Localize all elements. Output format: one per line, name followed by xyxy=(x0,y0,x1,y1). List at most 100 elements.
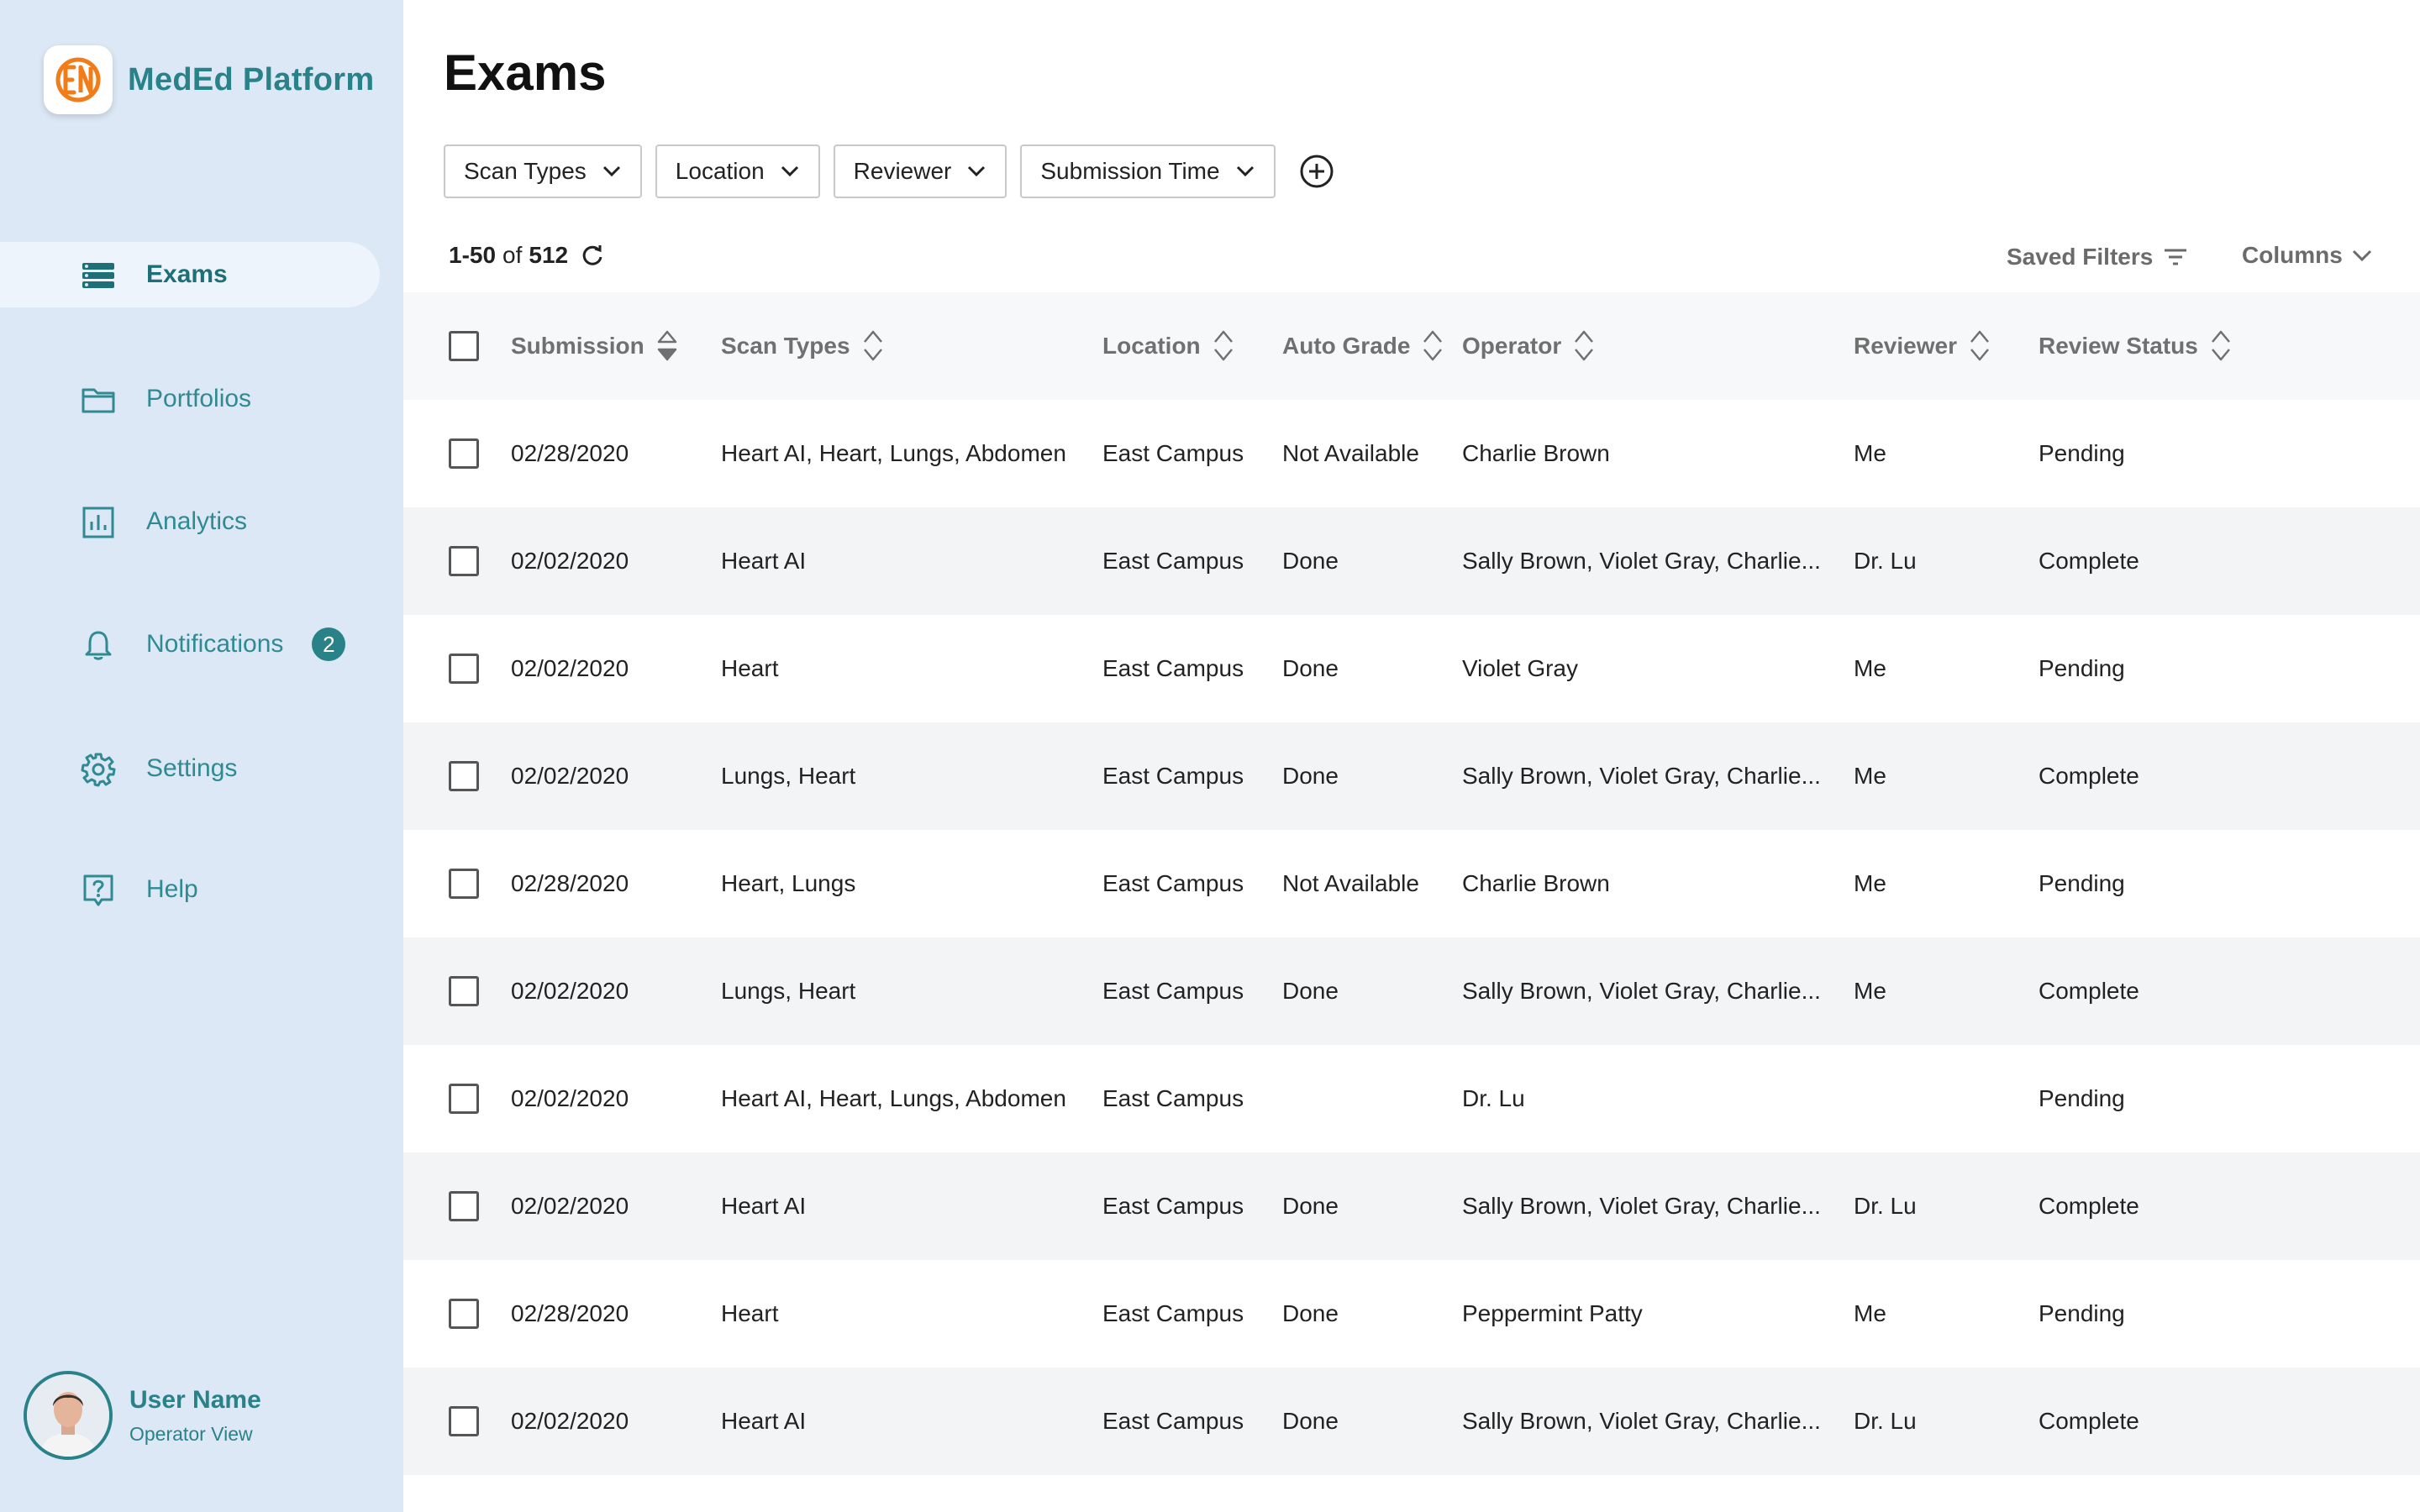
column-header-auto-grade[interactable]: Auto Grade xyxy=(1282,292,1444,400)
table-row[interactable]: 02/02/2020 Lungs, Heart East Campus Done Sal… xyxy=(403,722,2420,830)
cell-reviewer: Me xyxy=(1854,870,1886,896)
table-row[interactable]: 02/28/2020 Heart AI, Heart, Lungs, Abdome… xyxy=(403,400,2420,507)
cell-auto-grade: Done xyxy=(1282,978,1339,1004)
cell-reviewer: Me xyxy=(1854,655,1886,681)
cell-location: East Campus xyxy=(1102,655,1244,681)
cell-submission: 02/02/2020 xyxy=(511,1085,629,1111)
result-range: 1-50 xyxy=(449,242,497,268)
cell-auto-grade: Not Available xyxy=(1282,440,1419,466)
cell-location: East Campus xyxy=(1102,870,1244,896)
cell-scan-types: Heart AI xyxy=(721,1193,807,1219)
cell-auto-grade: Done xyxy=(1282,548,1339,574)
cell-review-status: Complete xyxy=(2039,548,2139,574)
table-row[interactable]: 02/02/2020 Heart AI, Heart, Lungs, Abdome… xyxy=(403,1045,2420,1152)
row-checkbox[interactable] xyxy=(449,976,479,1006)
column-header-operator[interactable]: Operator xyxy=(1462,292,1595,400)
filter-location[interactable]: Location xyxy=(655,144,820,198)
user-name: User Name xyxy=(129,1385,261,1414)
add-filter-icon[interactable] xyxy=(1299,154,1334,189)
table-row[interactable]: 02/02/2020 Heart AI East Campus Done Sally B… xyxy=(403,1368,2420,1475)
row-checkbox[interactable] xyxy=(449,761,479,791)
cell-review-status: Pending xyxy=(2039,655,2125,681)
row-checkbox[interactable] xyxy=(449,546,479,576)
cell-submission: 02/02/2020 xyxy=(511,655,629,681)
cell-submission: 02/02/2020 xyxy=(511,1408,629,1434)
sort-icon xyxy=(1970,330,1989,361)
saved-filters-label: Saved Filters xyxy=(2007,244,2154,270)
gear-icon xyxy=(81,753,116,787)
sort-icon xyxy=(2211,330,2230,361)
filter-submission-time[interactable]: Submission Time xyxy=(1020,144,1276,198)
nav-label: Portfolios xyxy=(146,385,252,412)
cell-scan-types: Heart xyxy=(721,1300,779,1326)
cell-review-status: Complete xyxy=(2039,763,2139,789)
brand[interactable]: MedEd Platform xyxy=(44,45,374,114)
column-label: Location xyxy=(1102,333,1201,359)
list-icon xyxy=(82,263,114,288)
refresh-icon[interactable] xyxy=(580,243,605,268)
column-header-reviewer[interactable]: Reviewer xyxy=(1854,292,1991,400)
table-row[interactable]: 02/02/2020 Heart AI East Campus Done Sally B… xyxy=(403,1152,2420,1260)
column-header-scan-types[interactable]: Scan Types xyxy=(721,292,884,400)
row-checkbox[interactable] xyxy=(449,869,479,899)
row-checkbox[interactable] xyxy=(449,1084,479,1114)
nav-item-help[interactable]: Help xyxy=(0,857,380,922)
cell-scan-types: Heart xyxy=(721,655,779,681)
cell-location: East Campus xyxy=(1102,1193,1244,1219)
cell-scan-types: Heart AI xyxy=(721,548,807,574)
cell-operator: Violet Gray xyxy=(1462,655,1578,681)
row-checkbox[interactable] xyxy=(449,1299,479,1329)
cell-location: East Campus xyxy=(1102,548,1244,574)
filter-icon xyxy=(2165,249,2187,265)
sort-icon xyxy=(1423,330,1443,361)
saved-filters-button[interactable]: Saved Filters xyxy=(2007,244,2188,270)
cell-reviewer: Me xyxy=(1854,1300,1886,1326)
cell-submission: 02/02/2020 xyxy=(511,763,629,789)
chart-icon xyxy=(82,507,114,538)
cell-reviewer: Me xyxy=(1854,978,1886,1004)
filter-scan-types[interactable]: Scan Types xyxy=(444,144,642,198)
column-header-submission[interactable]: Submission xyxy=(511,292,678,400)
nav-item-analytics[interactable]: Analytics xyxy=(0,489,380,554)
filter-bar: Scan Types Location Reviewer Submission … xyxy=(444,144,1334,198)
column-header-review-status[interactable]: Review Status xyxy=(2039,292,2232,400)
nav-item-settings[interactable]: Settings xyxy=(0,736,380,801)
table-row[interactable]: 02/02/2020 Lungs, Heart East Campus Done Sal… xyxy=(403,937,2420,1045)
cell-auto-grade: Not Available xyxy=(1282,870,1419,896)
nav-item-exams[interactable]: Exams xyxy=(0,242,380,307)
cell-reviewer: Me xyxy=(1854,763,1886,789)
cell-operator: Sally Brown, Violet Gray, Charlie... xyxy=(1462,1193,1821,1219)
cell-reviewer: Dr. Lu xyxy=(1854,548,1917,574)
column-label: Auto Grade xyxy=(1282,333,1411,359)
cell-scan-types: Heart AI xyxy=(721,1408,807,1434)
avatar xyxy=(24,1371,113,1460)
table-row[interactable]: 02/28/2020 Heart East Campus Done Peppermint… xyxy=(403,1260,2420,1368)
column-label: Scan Types xyxy=(721,333,850,359)
user-profile[interactable]: User Name Operator View xyxy=(24,1371,261,1460)
nav-item-notifications[interactable]: Notifications 2 xyxy=(0,612,380,677)
cell-operator: Charlie Brown xyxy=(1462,870,1610,896)
filter-reviewer[interactable]: Reviewer xyxy=(833,144,1007,198)
table-row[interactable]: 02/02/2020 Heart AI East Campus Done Sally B… xyxy=(403,507,2420,615)
cell-operator: Sally Brown, Violet Gray, Charlie... xyxy=(1462,763,1821,789)
columns-button[interactable]: Columns xyxy=(2242,242,2373,269)
notification-count-badge: 2 xyxy=(312,627,346,661)
help-icon xyxy=(83,874,113,906)
row-checkbox[interactable] xyxy=(449,1191,479,1221)
select-all-checkbox[interactable] xyxy=(449,331,479,361)
cell-location: East Campus xyxy=(1102,440,1244,466)
column-header-location[interactable]: Location xyxy=(1102,292,1234,400)
nav-item-portfolios[interactable]: Portfolios xyxy=(0,366,380,432)
row-checkbox[interactable] xyxy=(449,438,479,469)
row-checkbox[interactable] xyxy=(449,1406,479,1436)
cell-location: East Campus xyxy=(1102,978,1244,1004)
cell-scan-types: Heart, Lungs xyxy=(721,870,856,896)
sort-descending-icon xyxy=(657,330,676,361)
nav-label: Exams xyxy=(146,260,228,288)
cell-location: East Campus xyxy=(1102,1085,1244,1111)
table-row[interactable]: 02/02/2020 Heart East Campus Done Violet Gra… xyxy=(403,615,2420,722)
table-row[interactable]: 02/28/2020 Heart, Lungs East Campus Not Ava… xyxy=(403,830,2420,937)
cell-operator: Sally Brown, Violet Gray, Charlie... xyxy=(1462,978,1821,1004)
nav-label: Analytics xyxy=(146,507,248,535)
row-checkbox[interactable] xyxy=(449,654,479,684)
